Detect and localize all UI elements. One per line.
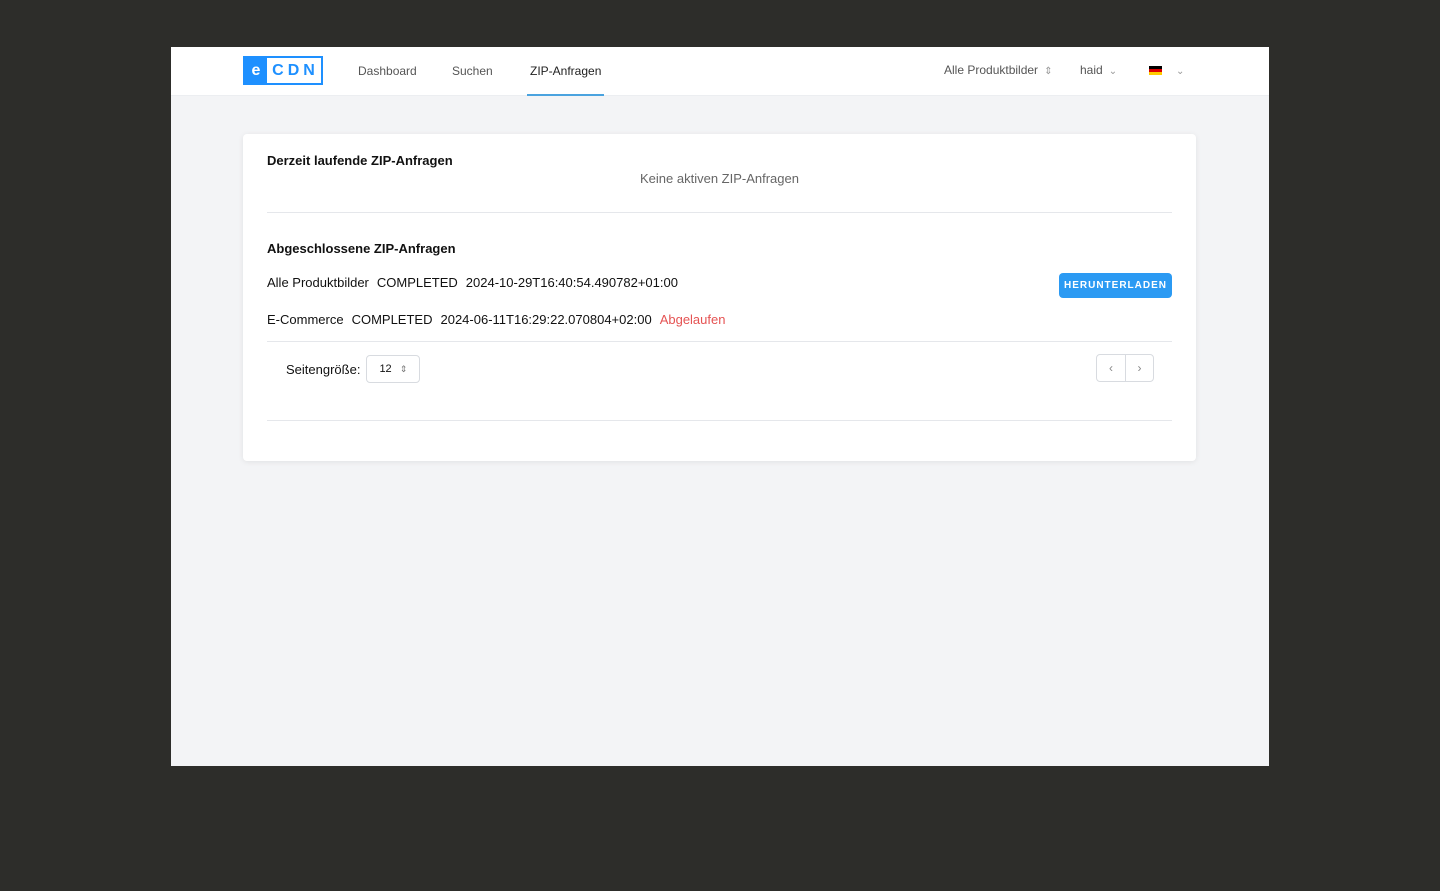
running-title: Derzeit laufende ZIP-Anfragen <box>267 153 453 168</box>
nav-dashboard[interactable]: Dashboard <box>358 47 417 96</box>
table-row: Alle Produktbilder COMPLETED 2024-10-29T16… <box>267 275 678 290</box>
divider <box>267 212 1172 213</box>
running-empty: Keine aktiven ZIP-Anfragen <box>640 171 799 186</box>
language-menu[interactable]: ⌄ <box>1149 47 1184 96</box>
divider <box>267 341 1172 342</box>
catalog-select[interactable]: Alle Produktbilder ⇕ <box>944 47 1052 96</box>
next-page-button[interactable]: › <box>1125 355 1153 381</box>
top-nav: e CDN Dashboard Suchen ZIP-Anfragen Alle … <box>171 47 1269 96</box>
nav-suchen[interactable]: Suchen <box>452 47 493 96</box>
updown-icon: ⇕ <box>1044 66 1053 77</box>
updown-icon: ⇕ <box>399 364 408 374</box>
logo[interactable]: e CDN <box>243 56 323 85</box>
chevron-down-icon: ⌄ <box>1176 66 1185 77</box>
chevron-down-icon: ⌄ <box>1108 66 1118 77</box>
zip-requests-card: Derzeit laufende ZIP-Anfragen Keine akti… <box>243 134 1196 461</box>
expired-badge: Abgelaufen <box>659 312 726 327</box>
completed-title: Abgeschlossene ZIP-Anfragen <box>267 241 456 256</box>
pagination: ‹ › <box>1096 354 1154 382</box>
page-size: Seitengröße: 12 ⇕ <box>286 355 421 383</box>
download-button[interactable]: HERUNTERLADEN <box>1059 273 1172 298</box>
divider <box>267 420 1172 421</box>
page-size-select[interactable]: 12 ⇕ <box>366 355 421 383</box>
user-menu[interactable]: haid ⌄ <box>1080 47 1117 96</box>
nav-zip-anfragen[interactable]: ZIP-Anfragen <box>527 47 605 96</box>
prev-page-button[interactable]: ‹ <box>1097 355 1125 381</box>
table-row: E-Commerce COMPLETED 2024-06-11T16:29:22.0… <box>267 312 726 327</box>
app: e CDN Dashboard Suchen ZIP-Anfragen Alle … <box>171 47 1269 766</box>
flag-de-icon <box>1149 66 1162 76</box>
